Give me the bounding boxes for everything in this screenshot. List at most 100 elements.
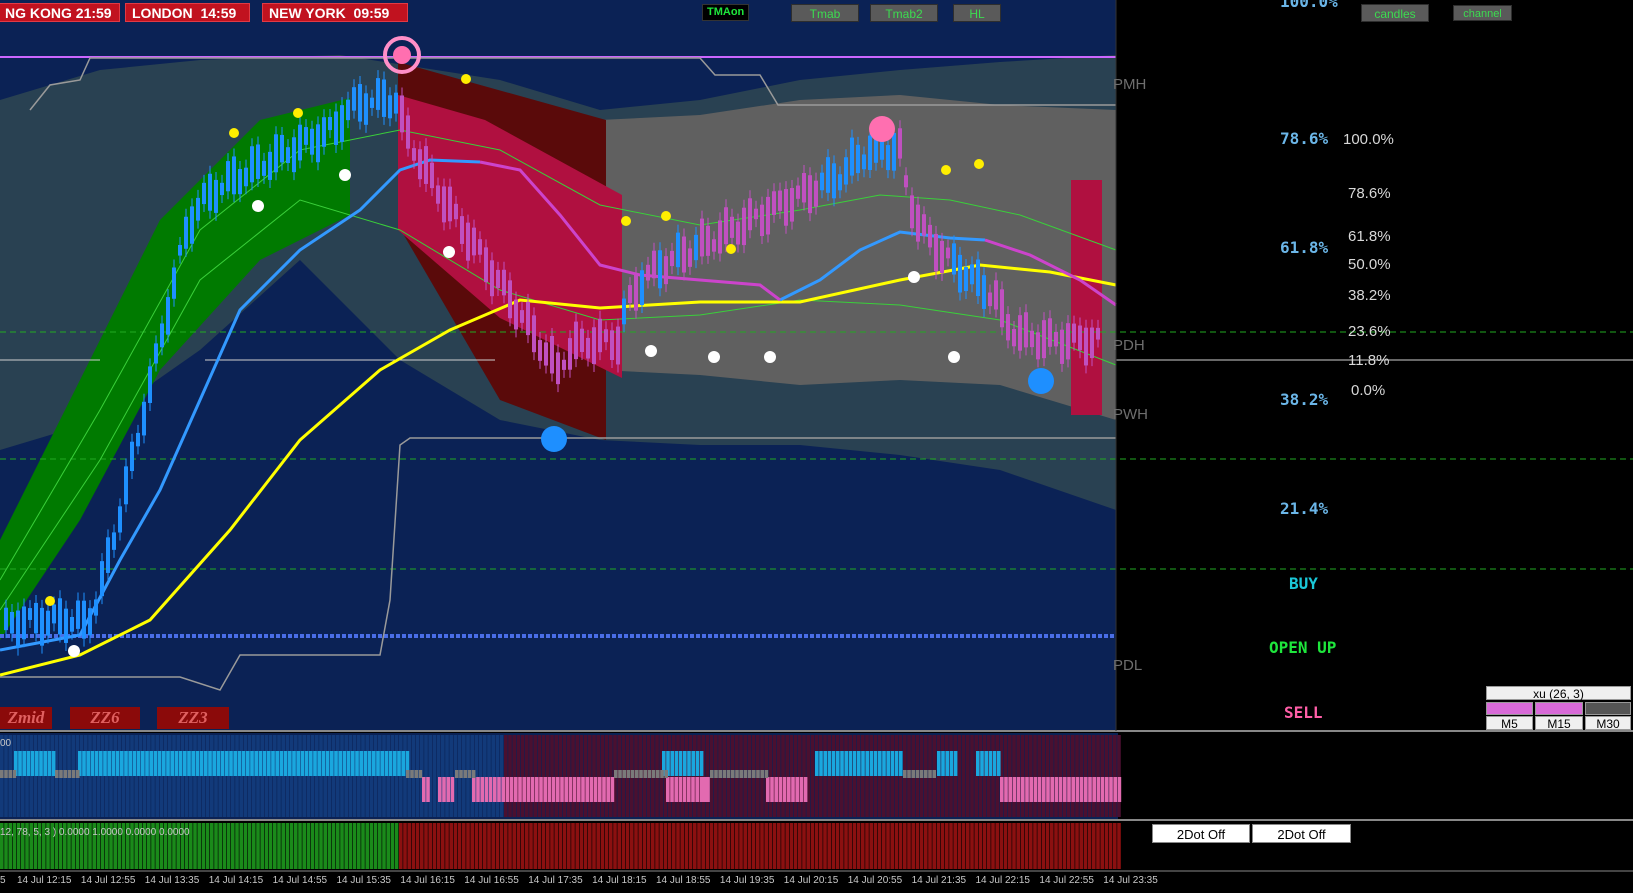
osc-signal-bar <box>1046 777 1050 802</box>
pct-382: 38.2% <box>1348 287 1391 304</box>
zmid-button[interactable]: Zmid <box>0 707 52 729</box>
osc-neutral-bar <box>647 770 652 778</box>
osc-signal-bar <box>774 777 778 802</box>
osc-neutral-bar <box>4 770 8 778</box>
candle-body <box>622 298 626 325</box>
candle-body <box>898 128 902 159</box>
candle-body <box>4 607 8 631</box>
osc-bar <box>424 735 428 817</box>
pivot-target-marker <box>393 46 411 64</box>
osc-signal-bar <box>988 751 993 776</box>
osc-signal-bar <box>670 777 674 802</box>
trend-bar <box>978 823 983 869</box>
x-axis-label: 14 Jul 12:15 <box>17 875 72 886</box>
trend-bar <box>197 823 201 869</box>
clock-city: NEW YORK <box>269 5 346 21</box>
candle-body <box>142 401 146 436</box>
clock-time: 21:59 <box>75 5 112 21</box>
trend-bar <box>995 823 999 869</box>
osc-bar <box>777 735 781 817</box>
trend-bar <box>453 823 458 869</box>
tmaon-button[interactable]: TMAon <box>702 4 750 21</box>
tf-label-m30[interactable]: M30 <box>1585 716 1631 731</box>
osc-signal-bar <box>687 751 691 776</box>
osc-bar <box>1024 735 1029 817</box>
candle-body <box>1006 314 1010 341</box>
trend-bar <box>915 823 920 869</box>
trend-bar <box>777 823 781 869</box>
osc-signal-bar <box>678 777 683 802</box>
channel-button[interactable]: channel <box>1453 5 1512 21</box>
osc-bar <box>1096 735 1100 817</box>
trend-bar <box>819 823 823 869</box>
candle-body <box>436 185 440 204</box>
x-axis-label: 14 Jul 22:15 <box>975 875 1031 886</box>
candle-body <box>568 338 572 370</box>
candles-button[interactable]: candles <box>1361 4 1429 22</box>
trend-bar <box>537 823 542 869</box>
osc-signal-bar <box>422 777 426 802</box>
trend-bar <box>289 823 294 869</box>
two-dot-off-button-2[interactable]: 2Dot Off <box>1252 824 1351 843</box>
osc-signal-bar <box>945 751 949 776</box>
signal-dot <box>974 159 984 169</box>
trend-bar <box>852 823 857 869</box>
trend-bar <box>865 823 869 869</box>
osc-bar <box>445 735 449 817</box>
osc-signal-bar <box>674 777 678 802</box>
candle-body <box>1072 323 1076 343</box>
candle-body <box>556 352 560 385</box>
x-axis-label: 14 Jul 21:35 <box>911 875 967 886</box>
osc-neutral-bar <box>59 770 63 778</box>
osc-signal-bar <box>526 777 531 802</box>
zz3-button[interactable]: ZZ3 <box>157 707 229 729</box>
osc-bar <box>781 735 785 817</box>
candle-body <box>844 157 848 185</box>
osc-bar <box>789 735 794 817</box>
osc-bar <box>1071 735 1075 817</box>
pct-236: 23.6% <box>1348 323 1391 340</box>
osc-signal-bar <box>254 751 258 776</box>
osc-neutral-bar <box>924 770 928 778</box>
tf-label-m15[interactable]: M15 <box>1535 716 1583 731</box>
osc-signal-bar <box>237 751 242 776</box>
trend-bar <box>1024 823 1029 869</box>
trend-bar <box>806 823 810 869</box>
candle-body <box>766 196 770 235</box>
trend-bar <box>684 823 689 869</box>
osc-signal-bar <box>598 777 602 802</box>
candle-body <box>292 137 296 173</box>
two-dot-off-button-1[interactable]: 2Dot Off <box>1152 824 1250 843</box>
candle-body <box>754 208 758 220</box>
candle-body <box>928 224 932 248</box>
trend-bar <box>407 823 411 869</box>
tf-label-m5[interactable]: M5 <box>1486 716 1533 731</box>
tmab-button[interactable]: Tmab <box>791 4 859 22</box>
zz6-button[interactable]: ZZ6 <box>70 707 140 729</box>
osc-signal-bar <box>514 777 518 802</box>
hl-button[interactable]: HL <box>953 4 1001 22</box>
tmab2-button[interactable]: Tmab2 <box>870 4 938 22</box>
trend-bar <box>1104 823 1109 869</box>
candle-body <box>682 236 686 273</box>
signal-dot-white <box>645 345 657 357</box>
osc-bar <box>495 735 500 817</box>
osc-signal-bar <box>1016 777 1021 802</box>
osc-signal-bar <box>522 777 526 802</box>
trend-bar <box>1041 823 1046 869</box>
osc-signal-bar <box>857 751 861 776</box>
signal-dot <box>45 596 55 606</box>
trend-bar <box>462 823 466 869</box>
candle-body <box>742 207 746 246</box>
trend-bar <box>193 823 197 869</box>
pct-786: 78.6% <box>1348 185 1391 202</box>
candle-body <box>190 206 194 244</box>
candle-body <box>946 247 950 259</box>
trend-bar <box>474 823 479 869</box>
osc-signal-bar <box>446 777 450 802</box>
osc-signal-bar <box>530 777 535 802</box>
indicator-top-label: 00 <box>0 738 12 749</box>
trend-bar <box>957 823 962 869</box>
trend-bar <box>735 823 739 869</box>
pct-0: 0.0% <box>1351 382 1386 399</box>
